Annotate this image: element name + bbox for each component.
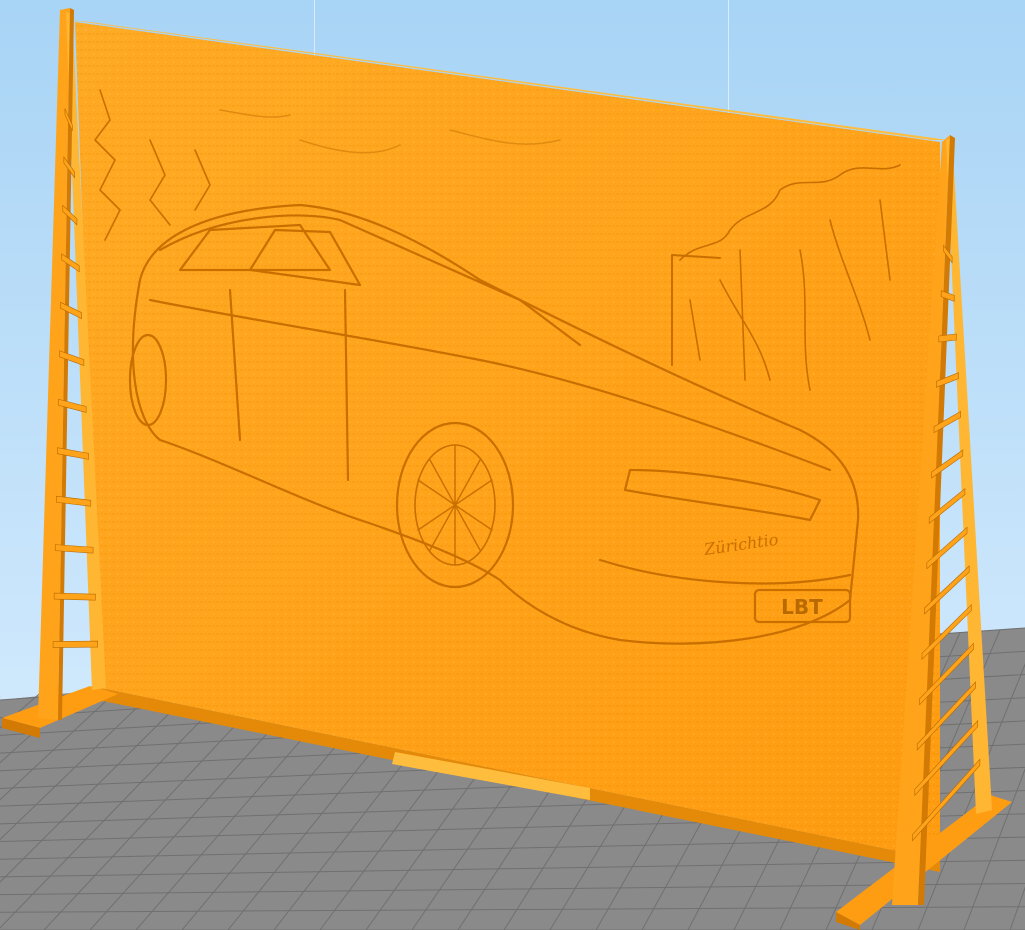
stand-rung [53,592,96,601]
scene-canvas[interactable]: Zürichtio LBT [0,0,1025,930]
stand-rung [52,640,98,648]
3d-viewport[interactable]: Zürichtio LBT [0,0,1025,930]
relief-plate-text: LBT [781,595,823,619]
